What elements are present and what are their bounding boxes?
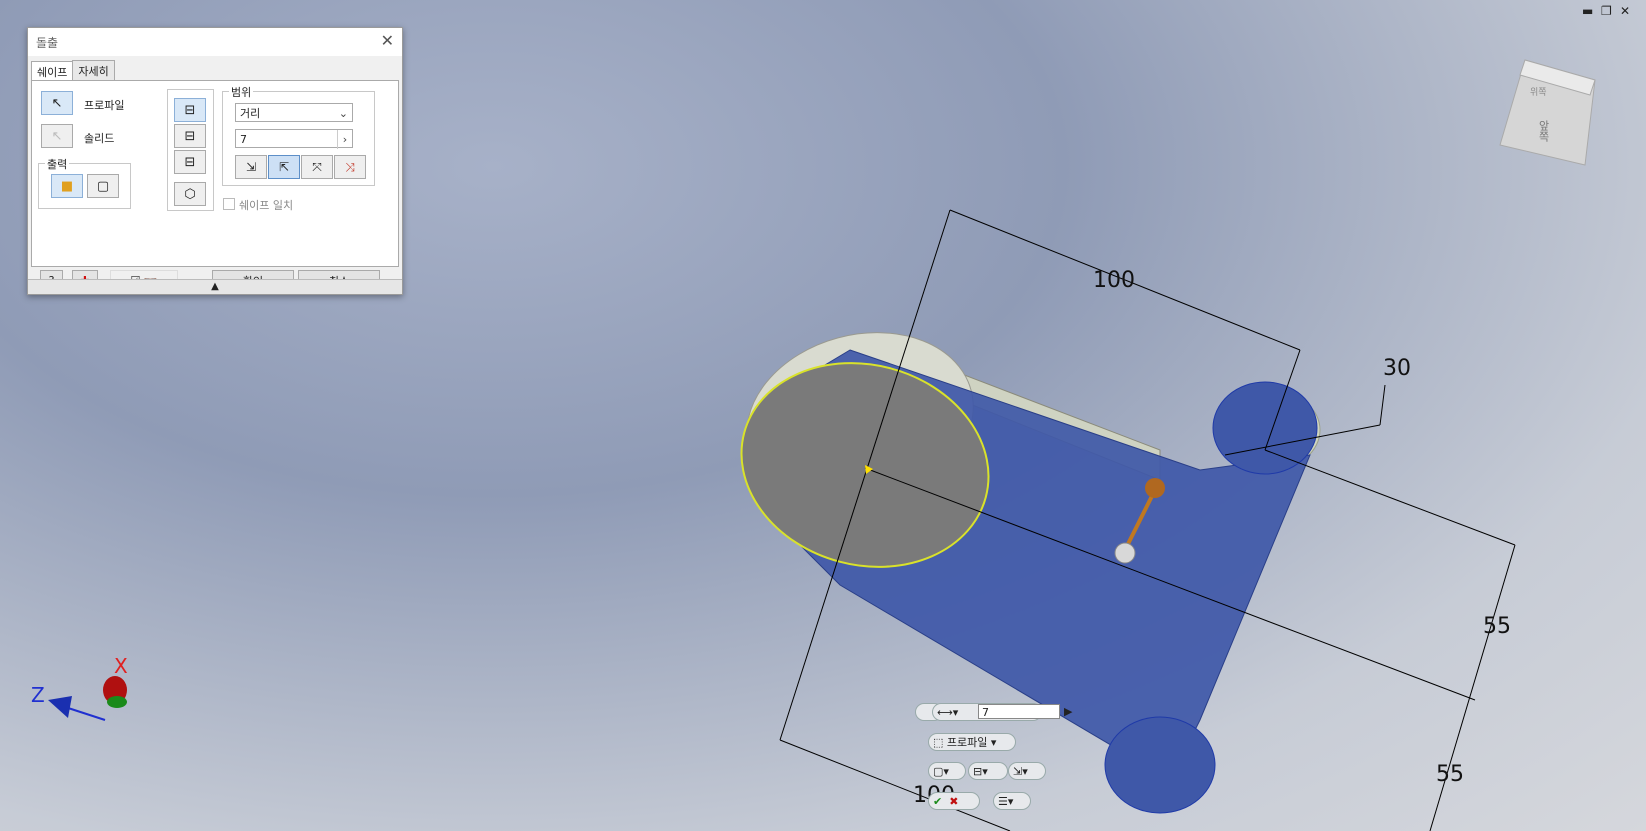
chevron-down-icon: ⌄	[338, 107, 348, 120]
cut-icon: ⊟	[184, 128, 196, 144]
viewcube-face-label: 앞쪽	[1537, 120, 1550, 142]
close-icon[interactable]: ✕	[381, 31, 394, 50]
output-group: 출력 ■ ▢	[38, 156, 131, 209]
distance-arrow-handle[interactable]	[1145, 478, 1165, 498]
chevron-right-icon[interactable]: ›	[337, 130, 352, 149]
close-window-icon[interactable]: ✕	[1620, 4, 1630, 18]
z-axis-arrow-icon	[48, 696, 72, 718]
join-icon: ⊟▾	[973, 764, 988, 778]
distance-input[interactable]: 7 ›	[235, 129, 353, 149]
minitoolbar-distance-input[interactable]: 7	[978, 704, 1060, 719]
symmetric-icon: ⤧	[312, 159, 322, 174]
join-icon: ⊟	[184, 102, 196, 118]
distance-icon: ⟷▾	[937, 705, 959, 719]
new-solid-icon: ⬡	[184, 186, 196, 202]
range-group-title: 범위	[229, 84, 254, 100]
manipulator-sphere[interactable]	[1114, 542, 1136, 564]
match-shape-checkbox[interactable]	[223, 198, 235, 210]
direction-flipped-button[interactable]: ⇱	[268, 155, 300, 179]
direction-icon: ⇲	[245, 160, 257, 174]
minitoolbar-confirm[interactable]: ✔ ✖	[928, 792, 980, 810]
dimension-label[interactable]: 55	[1483, 614, 1511, 639]
minitoolbar-output[interactable]: ▢▾	[928, 762, 966, 780]
profile-label: 프로파일	[84, 99, 125, 112]
intersect-button[interactable]: ⊟	[174, 150, 206, 174]
cancel-x-icon[interactable]: ✖	[949, 795, 958, 808]
y-axis-icon	[107, 696, 127, 708]
extrude-dialog[interactable]: 돌출 ✕ 쉐이프 자세히 ↖ 프로파일 ↖ 솔리드 출력 ■ ▢ ⊟ ⊟ ⊟ ⬡ …	[27, 27, 403, 295]
minitoolbar-direction[interactable]: ⇲▾	[1008, 762, 1046, 780]
minitoolbar-menu[interactable]: ☰▾	[993, 792, 1031, 810]
minitoolbar-operation[interactable]: ⊟▾	[968, 762, 1008, 780]
join-button[interactable]: ⊟	[174, 98, 206, 122]
direction-flip-icon: ⇱	[278, 160, 290, 174]
dialog-tabs: 쉐이프 자세히	[31, 60, 115, 82]
dimension-label[interactable]: 55	[1436, 762, 1464, 787]
asymmetric-icon: ⤨	[345, 159, 355, 174]
output-group-title: 출력	[45, 156, 70, 172]
profile-select-icon: ⬚	[933, 735, 944, 749]
menu-icon: ☰▾	[998, 794, 1014, 808]
profile-select-button[interactable]: ↖	[41, 91, 73, 115]
intersect-icon: ⊟	[184, 154, 196, 170]
bottom-boss	[1104, 716, 1216, 814]
output-solid-button[interactable]: ■	[51, 174, 83, 198]
cut-button[interactable]: ⊟	[174, 124, 206, 148]
new-solid-button[interactable]: ⬡	[174, 182, 206, 206]
surface-cube-icon: ▢	[96, 178, 110, 194]
viewcube-face-label: 위쪽	[1530, 88, 1547, 98]
right-boss-top	[1212, 381, 1318, 475]
solid-cube-icon: ■	[60, 178, 74, 194]
z-axis-label: Z	[31, 683, 45, 707]
direction-asymmetric-button[interactable]: ⤨	[334, 155, 366, 179]
cursor-icon: ↖	[51, 95, 63, 111]
tab-more[interactable]: 자세히	[72, 60, 115, 81]
x-axis-label: X	[114, 654, 128, 678]
dialog-titlebar[interactable]: 돌출 ✕	[28, 28, 402, 56]
solid-label: 솔리드	[84, 132, 115, 145]
range-type-select[interactable]: 거리 ⌄	[235, 103, 353, 122]
minitoolbar-profile[interactable]: ⬚ 프로파일 ▾	[928, 733, 1016, 751]
restore-icon[interactable]: ❐	[1601, 4, 1612, 18]
dialog-title: 돌출	[36, 36, 59, 50]
shape-panel: ↖ 프로파일 ↖ 솔리드 출력 ■ ▢ ⊟ ⊟ ⊟ ⬡ 범위 거리 ⌄ 7 › ⇲ …	[31, 80, 399, 267]
play-arrow-icon[interactable]: ▶	[1064, 705, 1072, 718]
dimension-label[interactable]: 100	[1093, 268, 1135, 293]
match-shape-label: 쉐이프 일치	[239, 199, 294, 212]
dimension-label[interactable]: 30	[1383, 356, 1411, 381]
cursor-icon: ↖	[51, 128, 63, 144]
minimize-icon[interactable]: ▬	[1582, 4, 1593, 18]
direction-default-button[interactable]: ⇲	[235, 155, 267, 179]
output-surface-button[interactable]: ▢	[87, 174, 119, 198]
solid-select-button[interactable]: ↖	[41, 124, 73, 148]
direction-symmetric-button[interactable]: ⤧	[301, 155, 333, 179]
direction-icon: ⇲▾	[1013, 764, 1028, 778]
expand-toggle[interactable]: ▲	[28, 279, 402, 294]
ok-check-icon[interactable]: ✔	[933, 795, 942, 808]
solid-output-icon: ▢▾	[933, 764, 949, 778]
operation-group: ⊟ ⊟ ⊟ ⬡	[167, 89, 214, 211]
tab-shape[interactable]: 쉐이프	[31, 61, 74, 82]
